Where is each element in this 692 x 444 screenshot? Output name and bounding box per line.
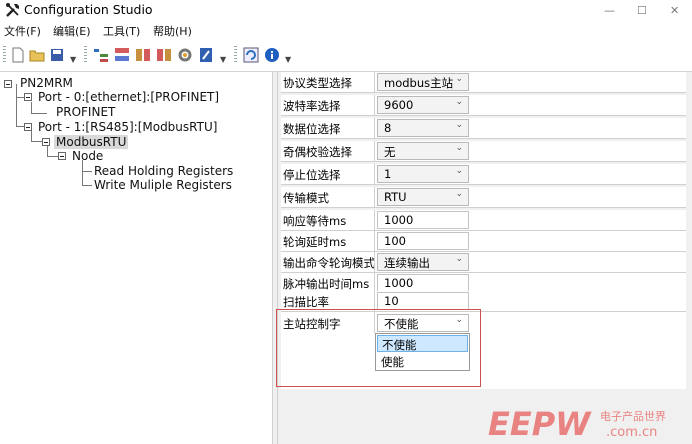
chevron-down-icon[interactable]: ▼: [285, 55, 291, 64]
tools-icon: [6, 3, 19, 17]
poll-delay-input[interactable]: 100: [377, 232, 469, 250]
tree-port0[interactable]: Port - 0:[ethernet]:[PROFINET]: [38, 90, 219, 104]
protocol-select[interactable]: modbus主站 ⌄: [377, 73, 469, 91]
select-value: 1: [384, 167, 392, 181]
toolbar: ▼ ▼ ▼: [0, 42, 692, 70]
property-name: 输出命令轮询模式: [283, 256, 375, 270]
chevron-down-icon: ⌄: [455, 143, 463, 153]
property-name: 轮询延时ms: [283, 235, 347, 249]
property-row: 轮询延时ms 100: [281, 231, 686, 252]
toolbar-grip[interactable]: [234, 46, 237, 64]
stopbits-select[interactable]: 1 ⌄: [377, 165, 469, 183]
toolbar-grip[interactable]: [84, 46, 87, 64]
chevron-down-icon: ⌄: [455, 120, 463, 130]
select-value: 9600: [384, 98, 414, 112]
pulse-time-input[interactable]: 1000: [377, 274, 469, 292]
highlight-box: [276, 309, 481, 387]
chevron-down-icon[interactable]: ▼: [70, 55, 76, 64]
menu-tools[interactable]: 工具(T): [103, 23, 140, 39]
maximize-icon[interactable]: ☐: [637, 4, 647, 17]
select-value: 无: [384, 145, 396, 159]
tree-read-registers[interactable]: Read Holding Registers: [94, 164, 233, 178]
property-name: 停止位选择: [283, 168, 341, 182]
menu-edit[interactable]: 编辑(E): [53, 23, 91, 39]
property-name: 数据位选择: [283, 122, 341, 136]
input-value: 100: [384, 234, 406, 248]
input-value: 10: [384, 294, 399, 308]
close-icon[interactable]: ✕: [670, 4, 679, 17]
watermark-logo: EEPW 电子产品世界 .com.cn: [488, 405, 666, 441]
chevron-down-icon: ⌄: [455, 189, 463, 199]
property-row: 传输模式 RTU ⌄: [281, 187, 686, 208]
property-row: 停止位选择 1 ⌄: [281, 164, 686, 185]
settings-icon[interactable]: [177, 47, 193, 63]
chevron-down-icon[interactable]: ▼: [220, 55, 226, 64]
info-icon[interactable]: [264, 47, 280, 63]
property-name: 波特率选择: [283, 99, 341, 113]
tree-write-registers[interactable]: Write Muliple Registers: [94, 178, 232, 192]
new-file-icon[interactable]: [10, 47, 26, 63]
collapse-icon[interactable]: [58, 152, 66, 160]
property-row: 协议类型选择 modbus主站 ⌄: [281, 72, 686, 93]
document-icon[interactable]: [198, 47, 214, 63]
tree-node[interactable]: Node: [72, 149, 103, 163]
collapse-icon[interactable]: [4, 80, 12, 88]
property-name: 奇偶校验选择: [283, 145, 352, 159]
property-row: 响应等待ms 1000: [281, 210, 686, 231]
databits-select[interactable]: 8 ⌄: [377, 119, 469, 137]
svg-text:EEPW: EEPW: [488, 405, 592, 441]
select-value: 8: [384, 121, 392, 135]
collapse-icon[interactable]: [24, 123, 32, 131]
menu-bar: 文件(F) 编辑(E) 工具(T) 帮助(H): [0, 22, 692, 40]
toolbar-grip[interactable]: [3, 46, 6, 64]
menu-help[interactable]: 帮助(H): [153, 23, 192, 39]
property-row: 奇偶校验选择 无 ⌄: [281, 141, 686, 162]
open-folder-icon[interactable]: [29, 47, 45, 63]
property-name: 脉冲输出时间ms: [283, 277, 370, 291]
refresh-icon[interactable]: [243, 47, 259, 63]
title-bar: Configuration Studio — ☐ ✕: [0, 0, 692, 20]
chevron-down-icon: ⌄: [455, 254, 463, 264]
download-icon[interactable]: [135, 47, 151, 63]
tree-view-icon[interactable]: [93, 47, 109, 63]
save-icon[interactable]: [49, 47, 65, 63]
watermark-domain: .com.cn: [606, 425, 657, 440]
input-value: 1000: [384, 276, 414, 290]
response-wait-input[interactable]: 1000: [377, 211, 469, 229]
select-value: RTU: [384, 190, 407, 204]
output-poll-mode-select[interactable]: 连续输出 ⌄: [377, 253, 469, 271]
chevron-down-icon: ⌄: [455, 97, 463, 107]
tree-profinet[interactable]: PROFINET: [56, 105, 115, 119]
watermark-cn: 电子产品世界: [600, 409, 666, 423]
tree-modbus-label: ModbusRTU: [54, 135, 129, 149]
window-title: Configuration Studio: [24, 2, 153, 17]
property-name: 扫描比率: [283, 295, 329, 309]
module-icon[interactable]: [114, 47, 130, 63]
property-name: 传输模式: [283, 191, 329, 205]
baudrate-select[interactable]: 9600 ⌄: [377, 96, 469, 114]
upload-icon[interactable]: [156, 47, 172, 63]
chevron-down-icon: ⌄: [455, 74, 463, 84]
select-value: modbus主站: [384, 76, 454, 90]
chevron-down-icon: ⌄: [455, 166, 463, 176]
input-value: 1000: [384, 213, 414, 227]
menu-file[interactable]: 文件(F): [4, 23, 41, 39]
collapse-icon[interactable]: [24, 93, 32, 101]
property-grid: 协议类型选择 modbus主站 ⌄ 波特率选择 9600 ⌄ 数据位选择 8 ⌄ 奇偶…: [278, 72, 692, 444]
property-name: 响应等待ms: [283, 214, 347, 228]
property-name: 协议类型选择: [283, 76, 352, 90]
select-value: 连续输出: [384, 256, 430, 270]
collapse-icon[interactable]: [42, 138, 50, 146]
device-tree: PN2MRM Port - 0:[ethernet]:[PROFINET] PR…: [0, 72, 272, 444]
tree-port1[interactable]: Port - 1:[RS485]:[ModbusRTU]: [38, 120, 217, 134]
parity-select[interactable]: 无 ⌄: [377, 142, 469, 160]
property-row: 数据位选择 8 ⌄: [281, 118, 686, 139]
scan-ratio-input[interactable]: 10: [377, 292, 469, 310]
minimize-icon[interactable]: —: [604, 4, 615, 17]
tree-root[interactable]: PN2MRM: [20, 76, 73, 90]
transfer-mode-select[interactable]: RTU ⌄: [377, 188, 469, 206]
tree-modbus[interactable]: ModbusRTU: [54, 135, 129, 149]
property-row: 波特率选择 9600 ⌄: [281, 95, 686, 116]
property-row: 输出命令轮询模式 连续输出 ⌄: [281, 252, 686, 273]
